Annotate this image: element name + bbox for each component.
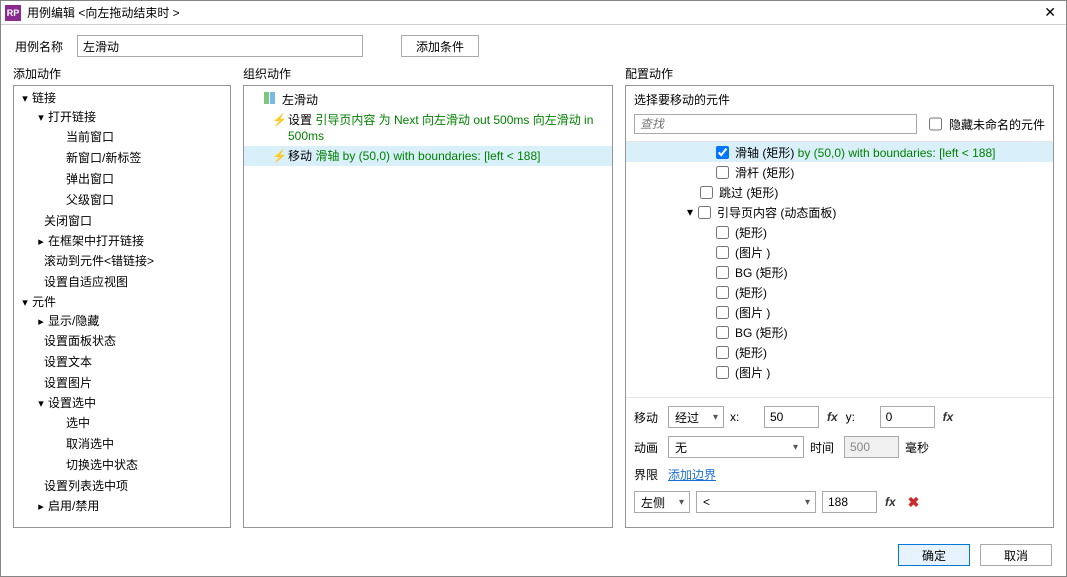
caret-right-icon: [36, 234, 46, 248]
tree-item-scroll-to[interactable]: 滚动到元件<错链接>: [14, 250, 230, 271]
widget-row[interactable]: BG (矩形): [626, 262, 1053, 282]
widget-tree: 滑轴 (矩形) by (50,0) with boundaries: [left…: [626, 141, 1053, 398]
tree-item-popup[interactable]: 弹出窗口: [14, 168, 230, 189]
time-label: 时间: [810, 439, 838, 456]
widget-row[interactable]: (矩形): [626, 282, 1053, 302]
bound-side-select[interactable]: 左侧: [634, 491, 690, 513]
mid-col-head: 组织动作: [243, 65, 613, 85]
tree-item-close-window[interactable]: 关闭窗口: [14, 210, 230, 231]
tree-item-toggle-selected[interactable]: 切换选中状态: [14, 454, 230, 475]
caret-down-icon: ▾: [684, 205, 696, 219]
add-action-panel: 链接 打开链接 当前窗口 新窗口/新标签 弹出窗口 父级窗口 关闭窗口 在框架中…: [13, 85, 231, 528]
configure-action-panel: 选择要移动的元件 隐藏未命名的元件 滑轴 (矩形) by (50,0) with…: [625, 85, 1054, 528]
tree-item-selected[interactable]: 选中: [14, 412, 230, 433]
search-input[interactable]: [634, 114, 917, 134]
widget-row[interactable]: (矩形): [626, 342, 1053, 362]
config-area: 移动 经过 x: fx y: fx 动画 无 时间: [626, 398, 1053, 527]
fx-button-y[interactable]: fx: [941, 410, 956, 424]
bolt-icon: ⚡: [272, 148, 284, 164]
case-name-input[interactable]: [77, 35, 363, 57]
tree-item-current-window[interactable]: 当前窗口: [14, 126, 230, 147]
x-label: x:: [730, 410, 758, 424]
tree-group-widgets[interactable]: 元件: [14, 292, 230, 311]
bound-label: 界限: [634, 466, 662, 483]
caret-down-icon: [36, 396, 46, 410]
tree-enable-disable[interactable]: 启用/禁用: [14, 496, 230, 515]
hide-unnamed-checkbox[interactable]: 隐藏未命名的元件: [925, 111, 1045, 137]
bound-val-input[interactable]: [822, 491, 877, 513]
tree-open-in-frame[interactable]: 在框架中打开链接: [14, 231, 230, 250]
bolt-icon: ⚡: [272, 112, 284, 128]
top-row: 用例名称 添加条件: [1, 25, 1066, 65]
tree-item-adaptive-view[interactable]: 设置自适应视图: [14, 271, 230, 292]
case-name-label: 用例名称: [15, 38, 63, 55]
widget-row-slideaxis[interactable]: 滑轴 (矩形) by (50,0) with boundaries: [left…: [626, 142, 1053, 162]
action-move[interactable]: ⚡ 移动 滑轴 by (50,0) with boundaries: [left…: [244, 146, 612, 166]
widget-row[interactable]: BG (矩形): [626, 322, 1053, 342]
caret-down-icon: [36, 110, 46, 124]
anim-select[interactable]: 无: [668, 436, 804, 458]
tree-item-list-selection[interactable]: 设置列表选中项: [14, 475, 230, 496]
fx-button-bound[interactable]: fx: [883, 495, 898, 509]
close-icon[interactable]: ✕: [1040, 4, 1060, 21]
caret-right-icon: [36, 499, 46, 513]
tree-item-set-image[interactable]: 设置图片: [14, 372, 230, 393]
caret-down-icon: [20, 91, 30, 105]
bound-op-select[interactable]: <: [696, 491, 816, 513]
tree-item-new-window[interactable]: 新窗口/新标签: [14, 147, 230, 168]
caret-right-icon: [36, 314, 46, 328]
action-set-panel-state[interactable]: ⚡ 设置 引导页内容 为 Next 向左滑动 out 500ms 向左滑动 in…: [244, 110, 612, 146]
case-row[interactable]: 左滑动: [244, 90, 612, 110]
x-input[interactable]: [764, 406, 819, 428]
titlebar: RP 用例编辑 <向左拖动结束时 > ✕: [1, 1, 1066, 25]
left-col-head: 添加动作: [13, 65, 231, 85]
case-icon: [264, 92, 278, 104]
tree-item-panel-state[interactable]: 设置面板状态: [14, 330, 230, 351]
right-col-head: 配置动作: [625, 65, 1054, 85]
widget-row[interactable]: (图片 ): [626, 242, 1053, 262]
tree-set-selected[interactable]: 设置选中: [14, 393, 230, 412]
widget-row[interactable]: (图片 ): [626, 362, 1053, 382]
widget-row[interactable]: (矩形): [626, 222, 1053, 242]
widget-row[interactable]: 滑杆 (矩形): [626, 162, 1053, 182]
app-icon: RP: [5, 5, 21, 21]
fx-button-x[interactable]: fx: [825, 410, 840, 424]
caret-down-icon: [20, 295, 30, 309]
move-mode-select[interactable]: 经过: [668, 406, 724, 428]
add-boundary-link[interactable]: 添加边界: [668, 466, 716, 483]
select-widget-label: 选择要移动的元件: [634, 91, 730, 108]
cancel-button[interactable]: 取消: [980, 544, 1052, 566]
widget-row[interactable]: (图片 ): [626, 302, 1053, 322]
tree-item-unselected[interactable]: 取消选中: [14, 433, 230, 454]
tree-group-links[interactable]: 链接: [14, 88, 230, 107]
y-label: y:: [846, 410, 874, 424]
ok-button[interactable]: 确定: [898, 544, 970, 566]
delete-bound-icon[interactable]: ✖: [904, 494, 924, 511]
window-title: 用例编辑 <向左拖动结束时 >: [27, 4, 180, 21]
anim-label: 动画: [634, 439, 662, 456]
tree-item-set-text[interactable]: 设置文本: [14, 351, 230, 372]
move-label: 移动: [634, 409, 662, 426]
widget-row[interactable]: 跳过 (矩形): [626, 182, 1053, 202]
add-condition-button[interactable]: 添加条件: [401, 35, 479, 57]
y-input[interactable]: [880, 406, 935, 428]
dialog-buttons: 确定 取消: [1, 536, 1066, 576]
organize-actions-panel: 左滑动 ⚡ 设置 引导页内容 为 Next 向左滑动 out 500ms 向左滑…: [243, 85, 613, 528]
widget-row-panel[interactable]: ▾引导页内容 (动态面板): [626, 202, 1053, 222]
time-unit: 毫秒: [905, 439, 929, 456]
time-input: [844, 436, 899, 458]
tree-item-parent-window[interactable]: 父级窗口: [14, 189, 230, 210]
tree-open-link[interactable]: 打开链接: [14, 107, 230, 126]
tree-show-hide[interactable]: 显示/隐藏: [14, 311, 230, 330]
